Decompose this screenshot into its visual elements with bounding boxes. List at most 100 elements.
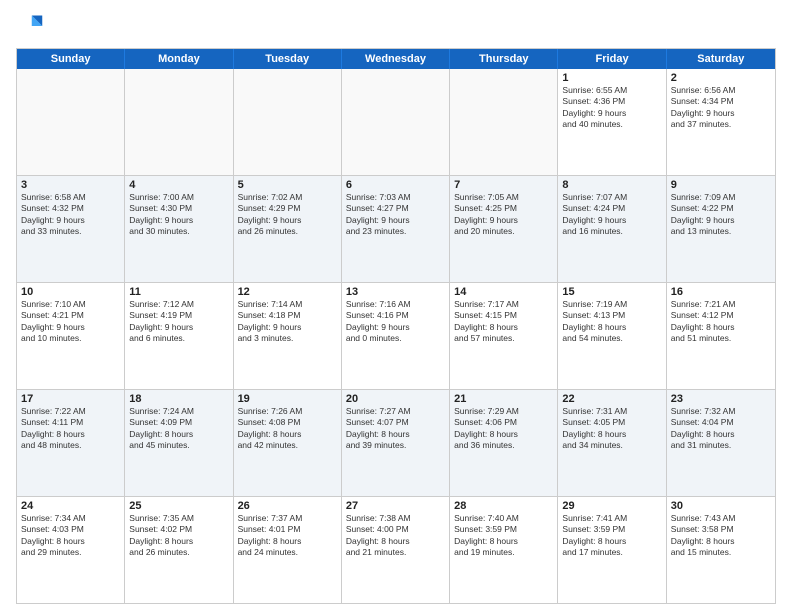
calendar-cell: 7Sunrise: 7:05 AM Sunset: 4:25 PM Daylig… <box>450 176 558 282</box>
day-number: 20 <box>346 393 445 405</box>
calendar-cell: 21Sunrise: 7:29 AM Sunset: 4:06 PM Dayli… <box>450 390 558 496</box>
logo-icon <box>16 12 44 40</box>
calendar-row-0: 1Sunrise: 6:55 AM Sunset: 4:36 PM Daylig… <box>17 69 775 176</box>
day-info: Sunrise: 7:21 AM Sunset: 4:12 PM Dayligh… <box>671 299 771 345</box>
day-number: 5 <box>238 179 337 191</box>
day-info: Sunrise: 7:24 AM Sunset: 4:09 PM Dayligh… <box>129 406 228 452</box>
day-info: Sunrise: 7:14 AM Sunset: 4:18 PM Dayligh… <box>238 299 337 345</box>
calendar-header-row: SundayMondayTuesdayWednesdayThursdayFrid… <box>17 49 775 69</box>
calendar-cell: 20Sunrise: 7:27 AM Sunset: 4:07 PM Dayli… <box>342 390 450 496</box>
day-number: 6 <box>346 179 445 191</box>
day-number: 16 <box>671 286 771 298</box>
calendar-cell: 23Sunrise: 7:32 AM Sunset: 4:04 PM Dayli… <box>667 390 775 496</box>
day-info: Sunrise: 7:02 AM Sunset: 4:29 PM Dayligh… <box>238 192 337 238</box>
calendar-cell: 24Sunrise: 7:34 AM Sunset: 4:03 PM Dayli… <box>17 497 125 603</box>
day-number: 3 <box>21 179 120 191</box>
calendar-cell <box>234 69 342 175</box>
day-number: 18 <box>129 393 228 405</box>
day-info: Sunrise: 7:26 AM Sunset: 4:08 PM Dayligh… <box>238 406 337 452</box>
calendar-cell: 8Sunrise: 7:07 AM Sunset: 4:24 PM Daylig… <box>558 176 666 282</box>
day-info: Sunrise: 6:56 AM Sunset: 4:34 PM Dayligh… <box>671 85 771 131</box>
calendar-cell: 10Sunrise: 7:10 AM Sunset: 4:21 PM Dayli… <box>17 283 125 389</box>
calendar-row-1: 3Sunrise: 6:58 AM Sunset: 4:32 PM Daylig… <box>17 176 775 283</box>
day-info: Sunrise: 7:16 AM Sunset: 4:16 PM Dayligh… <box>346 299 445 345</box>
calendar-cell: 27Sunrise: 7:38 AM Sunset: 4:00 PM Dayli… <box>342 497 450 603</box>
calendar-cell: 19Sunrise: 7:26 AM Sunset: 4:08 PM Dayli… <box>234 390 342 496</box>
day-number: 29 <box>562 500 661 512</box>
day-number: 23 <box>671 393 771 405</box>
day-number: 4 <box>129 179 228 191</box>
day-info: Sunrise: 7:27 AM Sunset: 4:07 PM Dayligh… <box>346 406 445 452</box>
calendar-cell: 14Sunrise: 7:17 AM Sunset: 4:15 PM Dayli… <box>450 283 558 389</box>
calendar-cell: 26Sunrise: 7:37 AM Sunset: 4:01 PM Dayli… <box>234 497 342 603</box>
calendar-header-thursday: Thursday <box>450 49 558 69</box>
day-info: Sunrise: 7:29 AM Sunset: 4:06 PM Dayligh… <box>454 406 553 452</box>
day-info: Sunrise: 7:17 AM Sunset: 4:15 PM Dayligh… <box>454 299 553 345</box>
day-info: Sunrise: 7:09 AM Sunset: 4:22 PM Dayligh… <box>671 192 771 238</box>
day-number: 15 <box>562 286 661 298</box>
day-info: Sunrise: 7:03 AM Sunset: 4:27 PM Dayligh… <box>346 192 445 238</box>
calendar-cell: 13Sunrise: 7:16 AM Sunset: 4:16 PM Dayli… <box>342 283 450 389</box>
calendar-cell: 11Sunrise: 7:12 AM Sunset: 4:19 PM Dayli… <box>125 283 233 389</box>
day-number: 27 <box>346 500 445 512</box>
day-number: 24 <box>21 500 120 512</box>
calendar-cell: 16Sunrise: 7:21 AM Sunset: 4:12 PM Dayli… <box>667 283 775 389</box>
page-header <box>16 12 776 40</box>
day-info: Sunrise: 7:10 AM Sunset: 4:21 PM Dayligh… <box>21 299 120 345</box>
day-info: Sunrise: 7:12 AM Sunset: 4:19 PM Dayligh… <box>129 299 228 345</box>
day-number: 25 <box>129 500 228 512</box>
day-number: 11 <box>129 286 228 298</box>
day-info: Sunrise: 7:19 AM Sunset: 4:13 PM Dayligh… <box>562 299 661 345</box>
calendar-cell: 25Sunrise: 7:35 AM Sunset: 4:02 PM Dayli… <box>125 497 233 603</box>
day-number: 30 <box>671 500 771 512</box>
calendar-cell: 4Sunrise: 7:00 AM Sunset: 4:30 PM Daylig… <box>125 176 233 282</box>
day-info: Sunrise: 7:35 AM Sunset: 4:02 PM Dayligh… <box>129 513 228 559</box>
calendar-cell: 12Sunrise: 7:14 AM Sunset: 4:18 PM Dayli… <box>234 283 342 389</box>
day-info: Sunrise: 7:43 AM Sunset: 3:58 PM Dayligh… <box>671 513 771 559</box>
day-number: 26 <box>238 500 337 512</box>
calendar-cell: 2Sunrise: 6:56 AM Sunset: 4:34 PM Daylig… <box>667 69 775 175</box>
calendar-cell: 6Sunrise: 7:03 AM Sunset: 4:27 PM Daylig… <box>342 176 450 282</box>
day-info: Sunrise: 7:31 AM Sunset: 4:05 PM Dayligh… <box>562 406 661 452</box>
day-number: 7 <box>454 179 553 191</box>
calendar-row-3: 17Sunrise: 7:22 AM Sunset: 4:11 PM Dayli… <box>17 390 775 497</box>
calendar-cell: 30Sunrise: 7:43 AM Sunset: 3:58 PM Dayli… <box>667 497 775 603</box>
day-info: Sunrise: 6:58 AM Sunset: 4:32 PM Dayligh… <box>21 192 120 238</box>
day-number: 13 <box>346 286 445 298</box>
calendar-cell: 29Sunrise: 7:41 AM Sunset: 3:59 PM Dayli… <box>558 497 666 603</box>
calendar-cell: 28Sunrise: 7:40 AM Sunset: 3:59 PM Dayli… <box>450 497 558 603</box>
calendar-cell: 15Sunrise: 7:19 AM Sunset: 4:13 PM Dayli… <box>558 283 666 389</box>
calendar-header-saturday: Saturday <box>667 49 775 69</box>
day-info: Sunrise: 7:41 AM Sunset: 3:59 PM Dayligh… <box>562 513 661 559</box>
day-number: 2 <box>671 72 771 84</box>
day-info: Sunrise: 7:37 AM Sunset: 4:01 PM Dayligh… <box>238 513 337 559</box>
calendar-cell <box>17 69 125 175</box>
day-number: 1 <box>562 72 661 84</box>
day-number: 21 <box>454 393 553 405</box>
calendar-cell: 9Sunrise: 7:09 AM Sunset: 4:22 PM Daylig… <box>667 176 775 282</box>
day-info: Sunrise: 7:32 AM Sunset: 4:04 PM Dayligh… <box>671 406 771 452</box>
day-info: Sunrise: 7:22 AM Sunset: 4:11 PM Dayligh… <box>21 406 120 452</box>
calendar-body: 1Sunrise: 6:55 AM Sunset: 4:36 PM Daylig… <box>16 69 776 604</box>
calendar-cell: 22Sunrise: 7:31 AM Sunset: 4:05 PM Dayli… <box>558 390 666 496</box>
day-number: 22 <box>562 393 661 405</box>
day-number: 19 <box>238 393 337 405</box>
day-info: Sunrise: 6:55 AM Sunset: 4:36 PM Dayligh… <box>562 85 661 131</box>
day-number: 10 <box>21 286 120 298</box>
logo <box>16 12 46 40</box>
calendar: SundayMondayTuesdayWednesdayThursdayFrid… <box>16 48 776 604</box>
day-info: Sunrise: 7:07 AM Sunset: 4:24 PM Dayligh… <box>562 192 661 238</box>
day-number: 12 <box>238 286 337 298</box>
day-number: 17 <box>21 393 120 405</box>
calendar-cell <box>342 69 450 175</box>
day-number: 14 <box>454 286 553 298</box>
calendar-row-4: 24Sunrise: 7:34 AM Sunset: 4:03 PM Dayli… <box>17 497 775 603</box>
calendar-cell: 18Sunrise: 7:24 AM Sunset: 4:09 PM Dayli… <box>125 390 233 496</box>
calendar-header-monday: Monday <box>125 49 233 69</box>
calendar-header-friday: Friday <box>558 49 666 69</box>
calendar-header-wednesday: Wednesday <box>342 49 450 69</box>
day-number: 8 <box>562 179 661 191</box>
calendar-header-sunday: Sunday <box>17 49 125 69</box>
calendar-cell: 1Sunrise: 6:55 AM Sunset: 4:36 PM Daylig… <box>558 69 666 175</box>
calendar-cell <box>450 69 558 175</box>
